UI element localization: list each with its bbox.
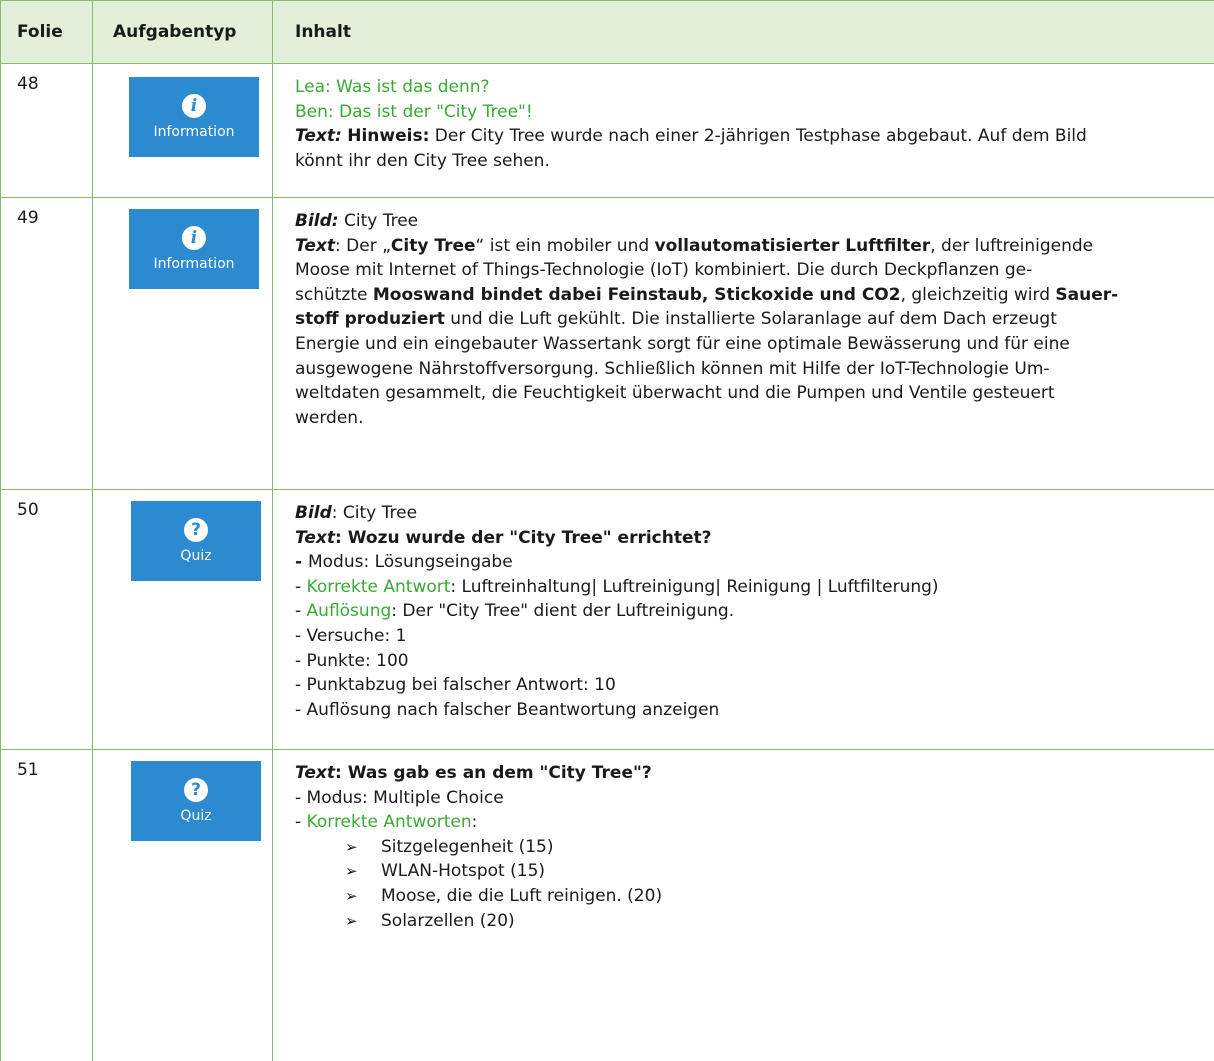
text-line: stoff produziert und die Luft gekühlt. D… [295,307,1194,332]
question-line: Text: Wozu wurde der "City Tree" erricht… [295,526,1194,551]
tile-label: Quiz [131,808,261,824]
text-line: Text: Hinweis: Der City Tree wurde nach … [295,124,1194,149]
task-type-cell: ? Quiz [93,490,273,750]
content-cell: Text: Was gab es an dem "City Tree"? - M… [273,750,1214,1061]
text-line: weltdaten gesammelt, die Feuchtigkeit üb… [295,381,1194,406]
column-header-folie: Folie [1,1,93,64]
slide-number: 49 [1,198,93,490]
image-line: Bild: City Tree [295,501,1194,526]
information-tile: i Information [129,77,259,157]
info-icon: i [182,226,206,250]
arrow-bullet-icon: ➢ [345,835,358,860]
text-line: werden. [295,406,1194,431]
text-line: schützte Mooswand bindet dabei Feinstaub… [295,283,1194,308]
points-line: - Punkte: 100 [295,649,1194,674]
task-type-cell: ? Quiz [93,750,273,1061]
correct-answers-line: - Korrekte Antworten: [295,810,1194,835]
attempts-line: - Versuche: 1 [295,624,1194,649]
question-line: Text: Was gab es an dem "City Tree"? [295,761,1194,786]
mode-line: - Modus: Lösungseingabe [295,550,1194,575]
slide-number: 48 [1,64,93,198]
correct-answer-line: - Korrekte Antwort: Luftreinhaltung| Luf… [295,575,1194,600]
column-header-inhalt: Inhalt [273,1,1214,64]
column-header-aufgabentyp: Aufgabentyp [93,1,273,64]
info-icon: i [182,94,206,118]
tile-label: Information [129,124,259,140]
table-row: 51 ? Quiz Text: Was gab es an dem "City … [1,750,1214,1061]
table-row: 50 ? Quiz Bild: City Tree Text: Wozu wur… [1,490,1214,750]
question-icon: ? [184,778,208,802]
list-item: ➢Sitzgelegenheit (15) [345,835,1194,860]
task-type-cell: i Information [93,198,273,490]
text-line: Energie und ein eingebauter Wassertank s… [295,332,1194,357]
quiz-tile: ? Quiz [131,501,261,581]
content-cell: Bild: City Tree Text: Wozu wurde der "Ci… [273,490,1214,750]
answer-list: ➢Sitzgelegenheit (15) ➢WLAN-Hotspot (15)… [295,835,1194,933]
text-line: könnt ihr den City Tree sehen. [295,149,1194,174]
information-tile: i Information [129,209,259,289]
list-item: ➢WLAN-Hotspot (15) [345,859,1194,884]
dialog-line: Lea: Was ist das denn? [295,75,1194,100]
content-cell: Lea: Was ist das denn? Ben: Das ist der … [273,64,1214,198]
text-line: Text: Der „City Tree“ ist ein mobiler un… [295,234,1194,259]
list-item: ➢Moose, die die Luft reinigen. (20) [345,884,1194,909]
table-row: 48 i Information Lea: Was ist das denn? … [1,64,1214,198]
quiz-tile: ? Quiz [131,761,261,841]
task-type-cell: i Information [93,64,273,198]
slide-number: 51 [1,750,93,1061]
table-header-row: Folie Aufgabentyp Inhalt [1,1,1214,64]
penalty-line: - Punktabzug bei falscher Antwort: 10 [295,673,1194,698]
slide-number: 50 [1,490,93,750]
question-icon: ? [184,518,208,542]
content-cell: Bild: City Tree Text: Der „City Tree“ is… [273,198,1214,490]
arrow-bullet-icon: ➢ [345,909,358,934]
image-line: Bild: City Tree [295,209,1194,234]
show-resolution-line: - Auflösung nach falscher Beantwortung a… [295,698,1194,723]
tile-label: Quiz [131,548,261,564]
text-line: Moose mit Internet of Things-Technologie… [295,258,1194,283]
text-line: ausgewogene Nährstoffversorgung. Schließ… [295,357,1194,382]
list-item: ➢Solarzellen (20) [345,909,1194,934]
arrow-bullet-icon: ➢ [345,884,358,909]
mode-line: - Modus: Multiple Choice [295,786,1194,811]
resolution-line: - Auflösung: Der "City Tree" dient der L… [295,599,1194,624]
tile-label: Information [129,256,259,272]
dialog-line: Ben: Das ist der "City Tree"! [295,100,1194,125]
table-row: 49 i Information Bild: City Tree Text: D… [1,198,1214,490]
slides-table: Folie Aufgabentyp Inhalt 48 i Informatio… [0,0,1214,1061]
arrow-bullet-icon: ➢ [345,859,358,884]
